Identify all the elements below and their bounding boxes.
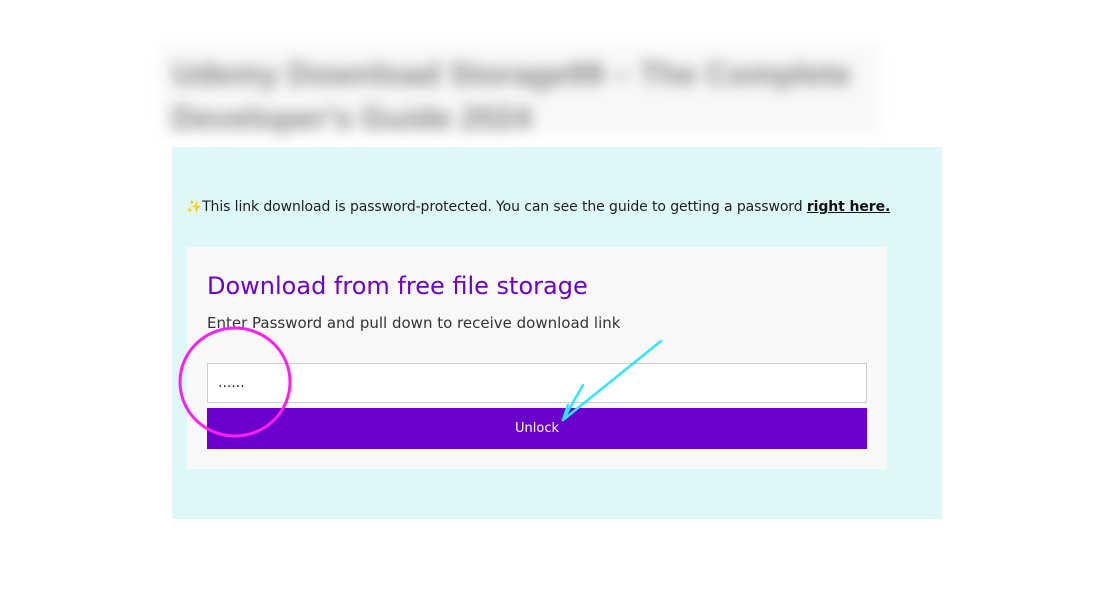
- card-subtitle: Enter Password and pull down to receive …: [207, 314, 621, 332]
- password-notice: ✨This link download is password-protecte…: [186, 199, 890, 215]
- sparkle-icon: ✨: [186, 200, 203, 215]
- card-title: Download from free file storage: [207, 272, 588, 300]
- download-card: Download from free file storage Enter Pa…: [187, 247, 887, 469]
- unlock-button[interactable]: Unlock: [207, 408, 867, 449]
- password-input[interactable]: [207, 363, 867, 403]
- guide-link[interactable]: right here.: [807, 199, 890, 215]
- download-panel: ✨This link download is password-protecte…: [172, 147, 942, 519]
- blurred-page-heading: Udemy Download Storage99 – The Complete …: [160, 44, 880, 136]
- notice-text: This link download is password-protected…: [202, 199, 807, 215]
